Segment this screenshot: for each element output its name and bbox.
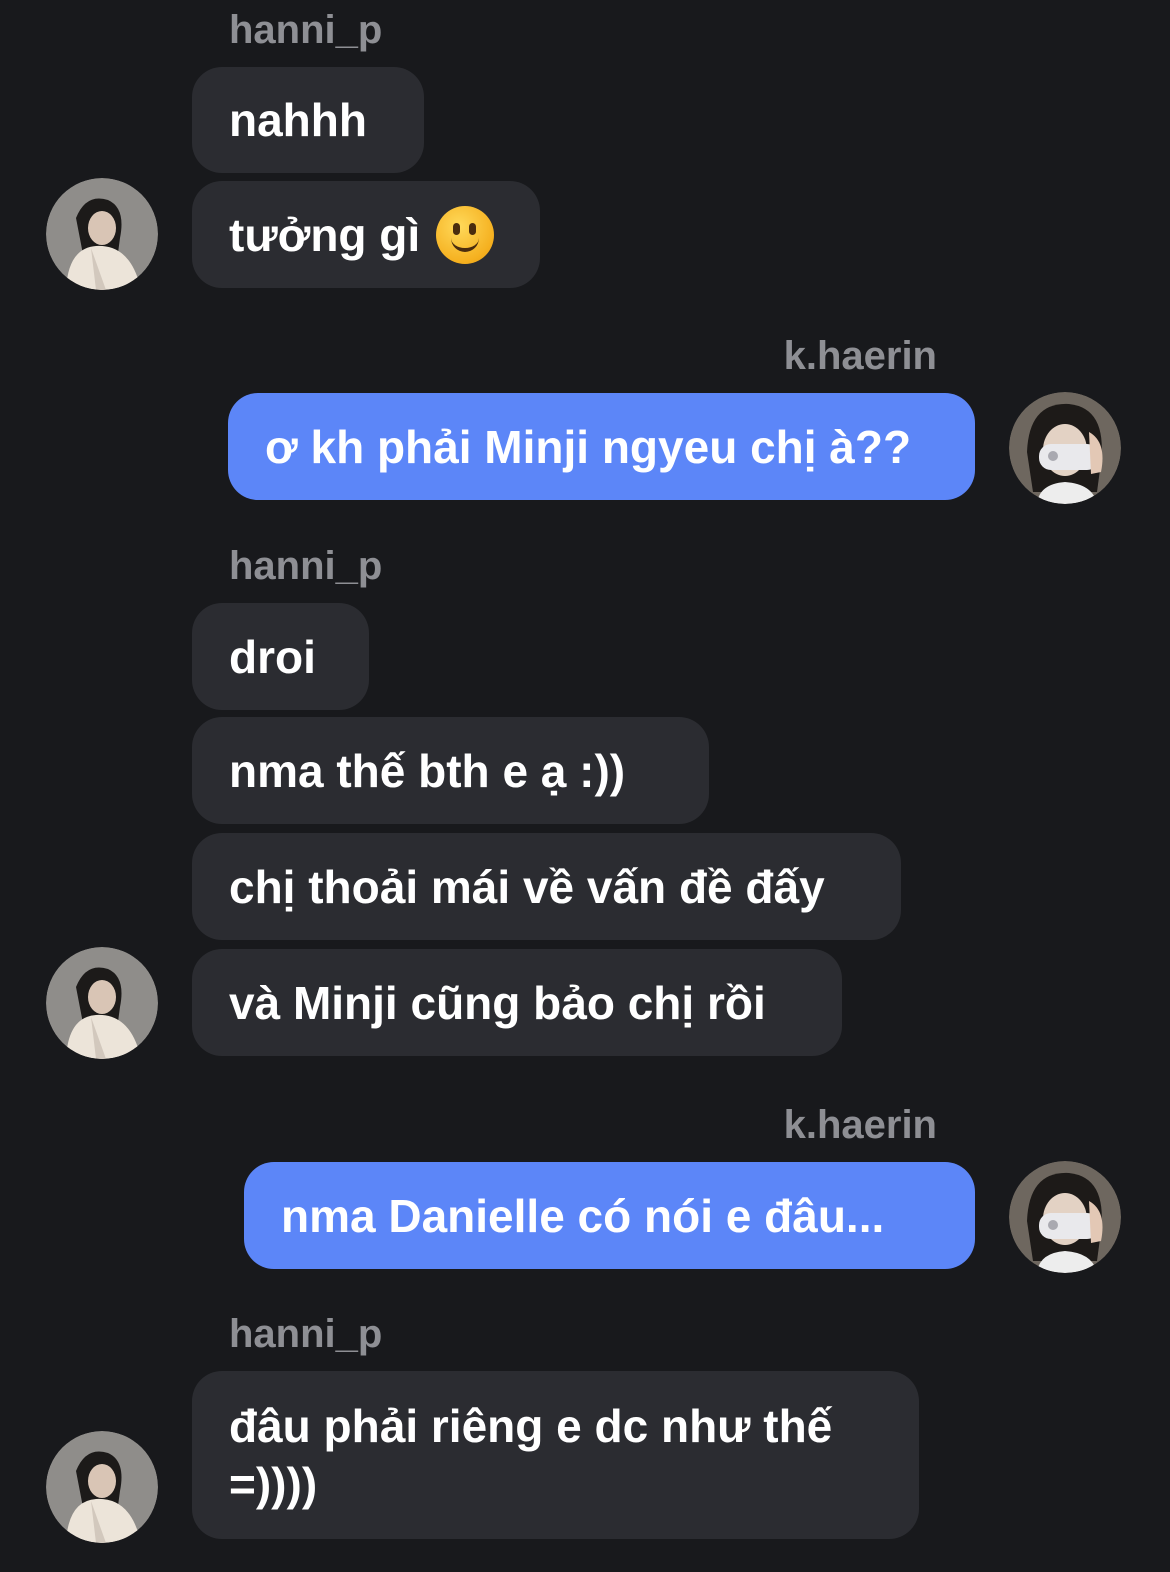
- message-bubble[interactable]: nahhh: [192, 67, 424, 173]
- slightly-smiling-face-icon: [436, 205, 495, 264]
- message-bubble[interactable]: droi: [192, 603, 369, 710]
- sender-name: hanni_p: [229, 8, 383, 52]
- sender-name: k.haerin: [783, 1103, 937, 1147]
- message-text: nma thế bth e ạ :)): [229, 744, 626, 797]
- avatar-hanni[interactable]: [46, 178, 158, 290]
- avatar-hanni-icon: [46, 947, 158, 1059]
- avatar-hanni-icon: [46, 178, 158, 290]
- avatar-hanni[interactable]: [46, 1431, 158, 1543]
- message-bubble[interactable]: đâu phải riêng e dc như thế =)))): [192, 1371, 919, 1539]
- message-text: chị thoải mái về vấn đề đấy: [229, 860, 825, 913]
- avatar-hanni-icon: [46, 1431, 158, 1543]
- message-text: tưởng gì: [229, 208, 421, 261]
- message-bubble[interactable]: nma Danielle có nói e đâu...: [244, 1162, 975, 1269]
- message-bubble[interactable]: chị thoải mái về vấn đề đấy: [192, 833, 901, 940]
- sender-name: hanni_p: [229, 1312, 383, 1356]
- message-text: ơ kh phải Minji ngyeu chị à??: [265, 420, 912, 473]
- avatar-hanni[interactable]: [46, 947, 158, 1059]
- message-text: nahhh: [229, 94, 367, 146]
- message-bubble[interactable]: ơ kh phải Minji ngyeu chị à??: [228, 393, 975, 500]
- message-bubble[interactable]: và Minji cũng bảo chị rồi: [192, 949, 842, 1056]
- avatar-haerin[interactable]: [1009, 1161, 1121, 1273]
- sender-name: k.haerin: [783, 334, 937, 378]
- message-text: và Minji cũng bảo chị rồi: [229, 976, 766, 1029]
- avatar-haerin[interactable]: [1009, 392, 1121, 504]
- avatar-haerin-icon: [1009, 1161, 1121, 1273]
- message-text: nma Danielle có nói e đâu...: [281, 1189, 885, 1242]
- message-bubble[interactable]: tưởng gì: [192, 181, 540, 288]
- sender-name: hanni_p: [229, 544, 383, 588]
- message-text: đâu phải riêng e dc như thế =)))): [229, 1400, 833, 1510]
- message-text: droi: [229, 630, 316, 683]
- message-bubble[interactable]: nma thế bth e ạ :)): [192, 717, 709, 824]
- avatar-haerin-icon: [1009, 392, 1121, 504]
